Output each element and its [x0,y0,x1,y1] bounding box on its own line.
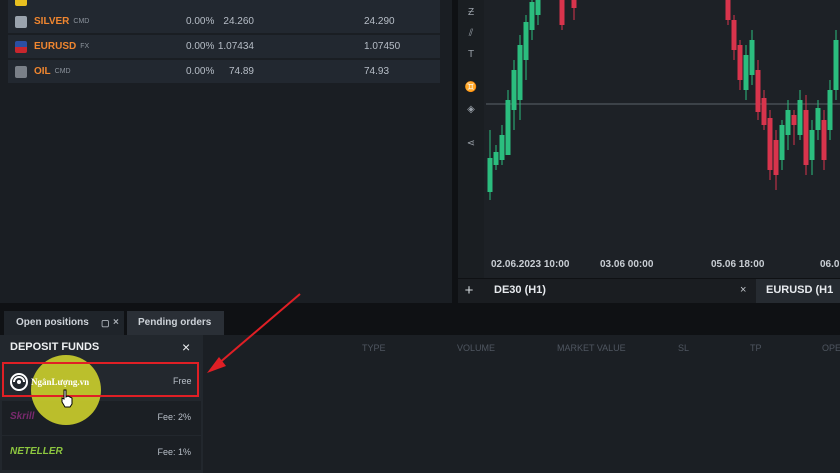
candle-body [511,70,517,110]
symbol-name: SILVER [34,16,70,27]
column-header-open: OPE [822,343,840,353]
skrill-logo: Skrill [10,411,35,422]
fee-label: Fee: 2% [157,412,191,422]
candle-body [487,158,493,192]
candle-body [559,0,565,25]
tab-label: Open positions [16,317,89,328]
watchlist-panel: SILVER CMD 0.00% 24.260 24.290 EURUSD FX… [0,0,452,303]
candle-body [827,90,833,130]
watchlist-row-silver[interactable]: SILVER CMD 0.00% 24.260 24.290 [8,10,440,33]
column-header-volume: VOLUME [457,343,496,353]
x-axis-label: 03.06 00:00 [600,259,654,270]
candle-body [761,98,767,125]
candle-body [797,100,803,135]
candle-body [499,135,505,160]
tab-label: Pending orders [138,317,212,328]
maximize-icon[interactable]: ▢ [101,311,110,335]
positions-tab-bar: Open positions ▢ × Pending orders [0,311,840,335]
candle-body [731,20,737,50]
gold-flag-icon [15,0,27,6]
column-header-type: TYPE [362,343,386,353]
deposit-title: DEPOSIT FUNDS [10,341,100,353]
candlestick-plot [486,0,840,200]
candle-body [571,0,577,8]
ask-value: 24.290 [364,16,395,27]
ask-value: 74.93 [364,66,390,77]
candle-body [523,22,529,60]
symbol-type: FX [80,43,90,50]
ask-value: 1.07450 [364,41,401,52]
payment-method-skrill[interactable]: Skrill Fee: 2% [2,401,201,435]
candle-body [755,70,761,112]
change-value: 0.00% [186,66,215,77]
bid-value: 74.89 [228,66,254,77]
candle-body [737,45,743,80]
candle-body [493,152,499,165]
watchlist-row-eurusd[interactable]: EURUSD FX 0.00% 1.07434 1.07450 [8,35,440,58]
candle-body [505,100,511,155]
price-chart[interactable]: Ƶ ⫽ T ♊ ◈ ⋖ 02.06.2023 10:00 03.06 00:00… [458,0,840,278]
bid-value: 1.07434 [217,41,254,52]
hand-cursor-icon [60,388,74,408]
candle-body [767,118,773,170]
candle-body [529,2,535,30]
candle-body [833,40,839,90]
silver-flag-icon [15,15,27,28]
add-chart-icon[interactable]: + [460,282,478,300]
candle-body [749,40,755,75]
payment-method-neteller[interactable]: NETELLER Fee: 1% [2,436,201,470]
candle-body [725,0,731,20]
candle-body [803,110,809,165]
candle-body [517,45,523,100]
candle-body [809,130,815,160]
x-axis-label: 06.0 [820,259,840,270]
neteller-logo: NETELLER [10,446,63,457]
chart-tab-label: EURUSD (H1 [766,284,834,296]
x-axis-label: 05.06 18:00 [711,259,765,270]
candle-body [791,115,797,125]
candle-body [815,108,821,130]
bid-value: 24.260 [223,16,254,27]
tab-open-positions[interactable]: Open positions ▢ × [4,311,124,335]
column-header-tp: TP [750,343,762,353]
tab-pending-orders[interactable]: Pending orders [127,311,224,335]
us-flag-icon [15,40,27,53]
symbol-type: CMD [73,18,90,25]
candle-body [821,120,827,160]
column-header-market-value: MARKET VALUE [557,343,626,353]
close-chart-icon[interactable]: × [740,284,746,296]
candle-body [785,110,791,135]
close-tab-icon[interactable]: × [113,311,119,335]
symbol-type: CMD [54,68,71,75]
fee-label: Fee: 1% [157,447,191,457]
symbol-name: OIL [34,66,51,77]
symbol-name: EURUSD [34,41,77,52]
chart-tab-de30[interactable]: DE30 (H1) [494,284,546,296]
close-icon[interactable]: × [182,339,190,355]
candle-body [773,140,779,175]
candle-body [743,55,749,90]
candle-body [779,125,785,160]
oil-flag-icon [15,65,27,78]
change-value: 0.00% [186,41,215,52]
chart-tab-eurusd[interactable]: EURUSD (H1 [756,279,840,303]
x-axis-label: 02.06.2023 10:00 [491,259,570,270]
candle-body [535,0,541,15]
watchlist-row-oil[interactable]: OIL CMD 0.00% 74.89 74.93 [8,60,440,83]
chart-tab-bar: + DE30 (H1) × EURUSD (H1 [458,279,840,303]
column-header-sl: SL [678,343,690,353]
change-value: 0.00% [186,16,215,27]
deposit-funds-panel: DEPOSIT FUNDS × Skrill Fee: 2% NETELLER … [0,335,203,473]
selection-outline [2,362,199,397]
